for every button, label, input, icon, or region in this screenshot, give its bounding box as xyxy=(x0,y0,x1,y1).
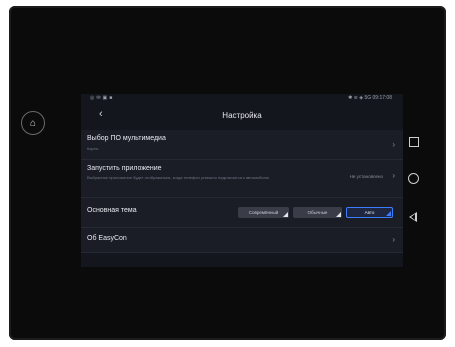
theme-option-normal[interactable]: Обычные xyxy=(293,207,342,218)
setting-subtitle: Выбранное приложение будет отображаться,… xyxy=(87,175,269,180)
theme-option-label: Обычные xyxy=(307,210,328,215)
selector-corner-icon xyxy=(336,212,341,217)
square-icon[interactable] xyxy=(409,137,419,147)
setting-title: Выбор ПО мультимедиа xyxy=(87,135,166,142)
setting-title: Основная тема xyxy=(87,207,137,214)
setting-row-launch-app[interactable]: Запустить приложение Выбранное приложени… xyxy=(81,160,403,198)
status-right-info: ✱ ≋ ◈ 5G 09:17:08 xyxy=(348,95,392,101)
setting-value: Не установлено xyxy=(349,174,383,179)
setting-row-theme: Основная тема Совремённый Обычные Авто xyxy=(81,198,403,228)
theme-option-modern[interactable]: Совремённый xyxy=(238,207,289,218)
selector-corner-icon xyxy=(386,211,391,216)
title-bar: ‹ Настройка xyxy=(81,107,403,125)
page-title: Настройка xyxy=(222,111,262,120)
chevron-right-icon: › xyxy=(392,171,395,180)
theme-option-label: Совремённый xyxy=(248,210,279,215)
setting-subtitle: Карты xyxy=(87,146,99,151)
chevron-right-icon: › xyxy=(392,140,395,149)
theme-option-auto[interactable]: Авто xyxy=(346,207,393,218)
device-frame: ⌂ ◎ ✉ ▣ ■ ✱ ≋ ◈ 5G 09:17:08 ‹ Настройка … xyxy=(9,6,446,340)
setting-row-multimedia[interactable]: Выбор ПО мультимедиа Карты › xyxy=(81,130,403,160)
status-bar: ◎ ✉ ▣ ■ ✱ ≋ ◈ 5G 09:17:08 xyxy=(81,94,403,103)
setting-title: Об EasyCon xyxy=(87,235,127,242)
status-left-icons: ◎ ✉ ▣ ■ xyxy=(90,95,113,101)
setting-title: Запустить приложение xyxy=(87,165,162,172)
home-icon[interactable]: ⌂ xyxy=(21,111,45,135)
app-screen: ◎ ✉ ▣ ■ ✱ ≋ ◈ 5G 09:17:08 ‹ Настройка Вы… xyxy=(81,94,403,267)
chevron-right-icon: › xyxy=(392,235,395,244)
theme-option-label: Авто xyxy=(364,210,375,215)
setting-row-about[interactable]: Об EasyCon › xyxy=(81,228,403,253)
selector-corner-icon xyxy=(283,212,288,217)
circle-icon[interactable] xyxy=(408,173,419,184)
triangle-back-icon[interactable] xyxy=(409,212,417,222)
